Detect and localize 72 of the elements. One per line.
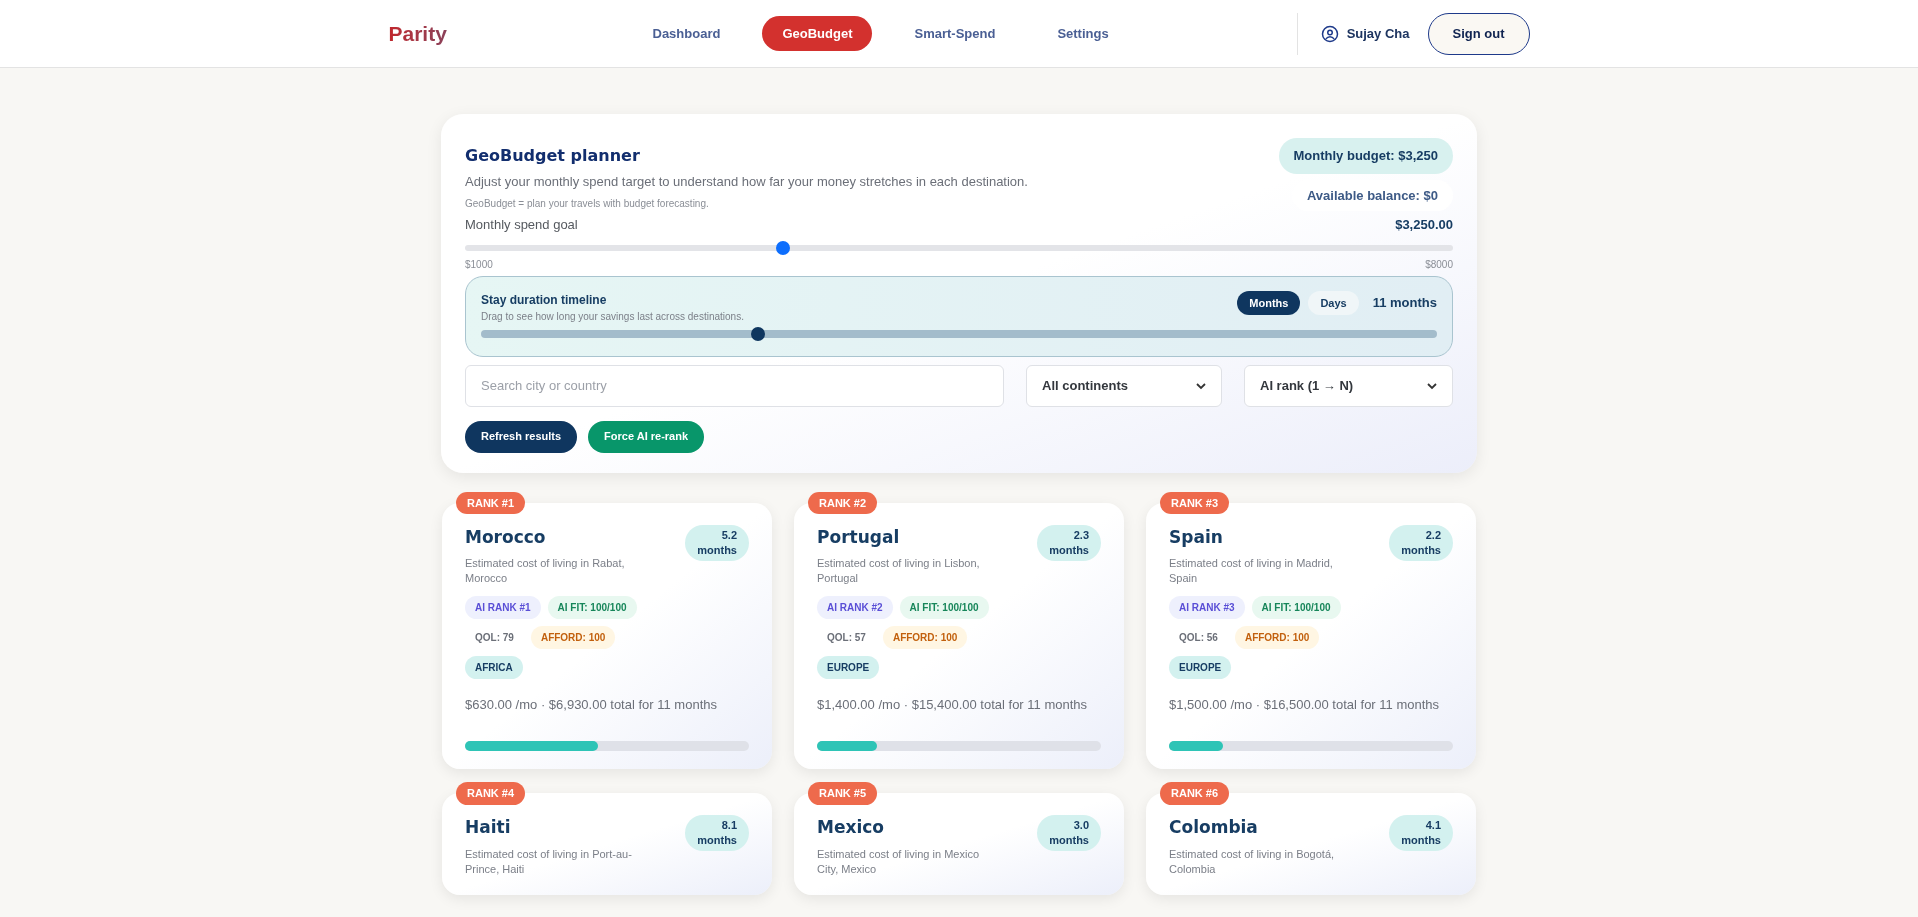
rerank-button[interactable]: Force AI re-rank — [588, 420, 705, 453]
destination-description: Estimated cost of living in Port-au-Prince, Haiti — [465, 846, 633, 877]
unit-toggle[interactable]: Days — [1308, 290, 1359, 315]
afford-tag: AFFORD: 100 — [530, 626, 616, 649]
cost-summary: $630.00 /mo · $6,930.00 total for 11 months — [465, 696, 717, 714]
continent-tag: EUROPE — [1169, 656, 1232, 679]
nav-tab[interactable]: GeoBudget — [762, 15, 873, 52]
destination-description: Estimated cost of living in Lisbon, Portugal — [817, 556, 981, 586]
user-name: Sujay Cha — [1346, 24, 1410, 43]
rank-badge: RANK #4 — [456, 782, 526, 805]
sign-out-button[interactable]: Sign out — [1427, 12, 1530, 55]
destination-description: Estimated cost of living in Mexico City, Mexico — [817, 846, 980, 877]
ai-rank-tag: AI RANK #1 — [465, 596, 541, 619]
slider-value: $3,250.00 — [1395, 216, 1453, 234]
continent-select[interactable]: All continents — [1026, 364, 1222, 407]
slider-label: Monthly spend goal — [465, 216, 578, 234]
unit-toggle[interactable]: Months — [1237, 290, 1301, 315]
planner-note: GeoBudget = plan your travels with budget forecasting. — [465, 196, 710, 211]
timeline-slider[interactable] — [481, 329, 1437, 338]
ai-fit-tag: AI FIT: 100/100 — [1251, 596, 1341, 619]
planner-subtitle: Adjust your monthly spend target to understand how far your money stretches in each destination. — [465, 173, 1028, 191]
afford-tag: AFFORD: 100 — [882, 626, 968, 649]
planner-title: GeoBudget planner — [465, 145, 641, 167]
destination-name: Portugal — [817, 525, 901, 549]
ai-rank-tag: AI RANK #3 — [1169, 596, 1245, 619]
cost-summary: $1,400.00 /mo · $15,400.00 total for 11 months — [817, 696, 1088, 714]
sort-select[interactable]: AI rank (1 → N) — [1244, 364, 1453, 407]
months-badge: 2.2 months — [1389, 524, 1453, 561]
ai-rank-tag: AI RANK #2 — [817, 596, 893, 619]
chevron-icon — [1196, 380, 1206, 391]
rank-badge: RANK #3 — [1160, 491, 1230, 514]
destination-name: Spain — [1169, 525, 1224, 549]
months-badge: 5.2 months — [685, 524, 749, 561]
nav-tab[interactable]: Dashboard — [632, 15, 741, 52]
ai-fit-tag: AI FIT: 100/100 — [899, 596, 989, 619]
months-badge: 3.0 months — [1037, 815, 1101, 851]
continent-tag: EUROPE — [817, 656, 880, 679]
search-field[interactable]: Search city or country — [465, 364, 1004, 407]
destination-description: Estimated cost of living in Madrid, Spain — [1169, 556, 1334, 586]
timeline-hint: Drag to see how long your savings last across destinations. — [481, 309, 744, 324]
destination-description: Estimated cost of living in Bogotá, Colombia — [1169, 846, 1336, 877]
slider-thumb[interactable] — [751, 326, 766, 341]
qol-tag: QOL: 57 — [817, 626, 876, 649]
rank-badge: RANK #2 — [808, 491, 878, 514]
user-icon — [1320, 24, 1339, 43]
continent-tag: AFRICA — [465, 656, 523, 679]
qol-tag: QOL: 56 — [1169, 626, 1228, 649]
nav-tab[interactable]: Smart-Spend — [894, 15, 1016, 52]
destination-name: Haiti — [465, 816, 512, 839]
qol-tag: QOL: 79 — [465, 626, 524, 649]
nav-tab[interactable]: Settings — [1037, 15, 1129, 52]
months-badge: 8.1 months — [685, 815, 749, 851]
destination-description: Estimated cost of living in Rabat, Morocco — [465, 556, 626, 586]
ai-fit-tag: AI FIT: 100/100 — [547, 596, 637, 619]
rank-badge: RANK #6 — [1160, 782, 1230, 805]
chevron-icon — [1427, 380, 1437, 391]
months-badge: 2.3 months — [1037, 524, 1101, 561]
afford-tag: AFFORD: 100 — [1234, 626, 1320, 649]
slider-thumb[interactable] — [775, 240, 790, 255]
rank-badge: RANK #5 — [808, 782, 878, 805]
months-badge: 4.1 months — [1389, 815, 1453, 851]
rank-badge: RANK #1 — [456, 491, 526, 514]
slider-min: $1000 — [465, 257, 493, 272]
destination-name: Morocco — [465, 525, 547, 549]
timeline-title: Stay duration timeline — [481, 291, 608, 309]
refresh-button[interactable]: Refresh results — [465, 420, 578, 453]
destination-name: Mexico — [817, 816, 885, 839]
monthly-budget-badge: Monthly budget: $3,250 — [1278, 138, 1453, 174]
destination-name: Colombia — [1169, 816, 1259, 839]
timeline-reading: 11 months — [1372, 294, 1437, 312]
slider-max: $8000 — [1425, 257, 1453, 272]
cost-summary: $1,500.00 /mo · $16,500.00 total for 11 months — [1169, 696, 1440, 714]
